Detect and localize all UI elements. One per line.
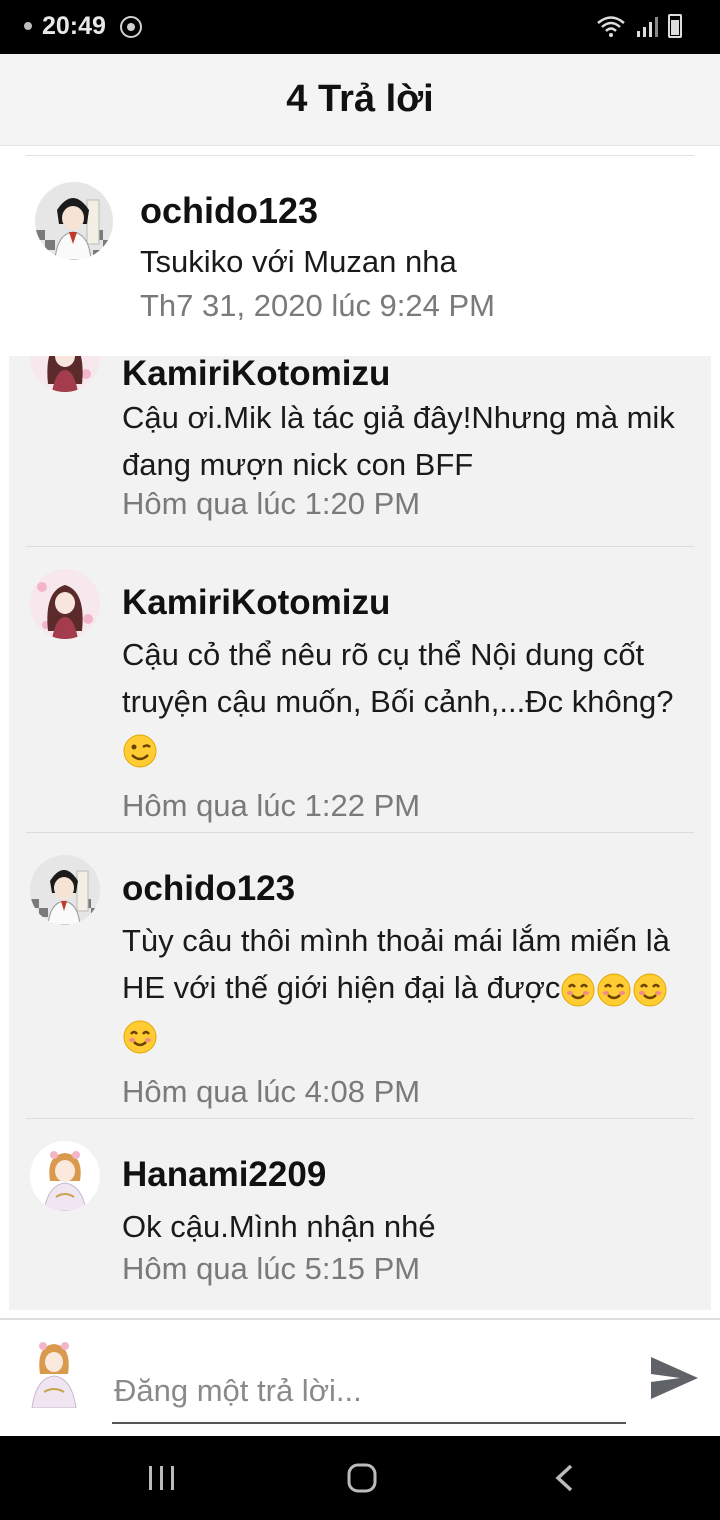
reply-list[interactable]: KamiriKotomizu Cậu ơi.Mik là tác giả đây…: [9, 356, 711, 1310]
avatar[interactable]: [30, 855, 100, 925]
battery-icon: [668, 14, 682, 38]
username[interactable]: ochido123: [140, 190, 318, 232]
header: 4 Trả lời: [0, 54, 720, 146]
notification-dot-icon: [24, 22, 32, 30]
smiling-face-emoji-icon: [123, 1020, 157, 1054]
reply-item: KamiriKotomizu Cậu cỏ thể nêu rõ cụ thể …: [9, 547, 711, 832]
recents-icon[interactable]: [142, 1458, 182, 1498]
reply-item: KamiriKotomizu Cậu ơi.Mik là tác giả đây…: [9, 356, 711, 546]
home-icon[interactable]: [342, 1458, 382, 1498]
status-time: 20:49: [42, 12, 106, 40]
avatar: [24, 1334, 84, 1408]
status-icons: [596, 14, 682, 38]
navigation-bar: [0, 1436, 720, 1520]
timestamp: Th7 31, 2020 lúc 9:24 PM: [140, 288, 496, 323]
original-post: ochido123 Tsukiko với Muzan nha Th7 31, …: [0, 146, 720, 356]
post-text: Tsukiko với Muzan nha: [140, 244, 457, 279]
send-icon[interactable]: [648, 1354, 700, 1402]
wifi-icon: [597, 16, 625, 37]
reply-text-content: Cậu cỏ thể nêu rõ cụ thể Nội dung cốt tr…: [122, 637, 674, 719]
reply-item: ochido123 Tùy câu thôi mình thoải mái lắ…: [9, 833, 711, 1118]
reply-text: Cậu ơi.Mik là tác giả đây!Nhưng mà mik đ…: [122, 400, 675, 482]
compose-bar: [0, 1318, 720, 1436]
timestamp: Hôm qua lúc 4:08 PM: [122, 1074, 421, 1109]
smiling-face-emoji-icon: [561, 973, 595, 1007]
username[interactable]: Hanami2209: [122, 1155, 326, 1195]
back-icon[interactable]: [545, 1458, 585, 1498]
smiling-face-emoji-icon: [597, 973, 631, 1007]
status-bar: 20:49: [0, 0, 720, 54]
smiling-face-emoji-icon: [633, 973, 667, 1007]
reply-text: Ok cậu.Mình nhận nhé: [122, 1209, 436, 1244]
winking-face-emoji-icon: [123, 734, 157, 768]
app-notification-icon: [120, 16, 142, 38]
avatar[interactable]: [30, 356, 100, 392]
username[interactable]: KamiriKotomizu: [122, 356, 390, 394]
reply-input[interactable]: [112, 1360, 626, 1424]
username[interactable]: ochido123: [122, 869, 295, 909]
username[interactable]: KamiriKotomizu: [122, 583, 390, 623]
timestamp: Hôm qua lúc 1:20 PM: [122, 486, 421, 521]
signal-icon: [637, 17, 658, 37]
timestamp: Hôm qua lúc 1:22 PM: [122, 788, 421, 823]
avatar[interactable]: [35, 182, 113, 260]
divider: [26, 155, 694, 156]
reply-text: Cậu cỏ thể nêu rõ cụ thể Nội dung cốt tr…: [122, 631, 702, 772]
reply-item: Hanami2209 Ok cậu.Mình nhận nhé Hôm qua …: [9, 1119, 711, 1309]
avatar[interactable]: [30, 1141, 100, 1211]
avatar[interactable]: [30, 569, 100, 639]
reply-text: Tùy câu thôi mình thoải mái lắm miến là …: [122, 917, 702, 1058]
page-title: 4 Trả lời: [286, 78, 434, 120]
timestamp: Hôm qua lúc 5:15 PM: [122, 1251, 421, 1286]
